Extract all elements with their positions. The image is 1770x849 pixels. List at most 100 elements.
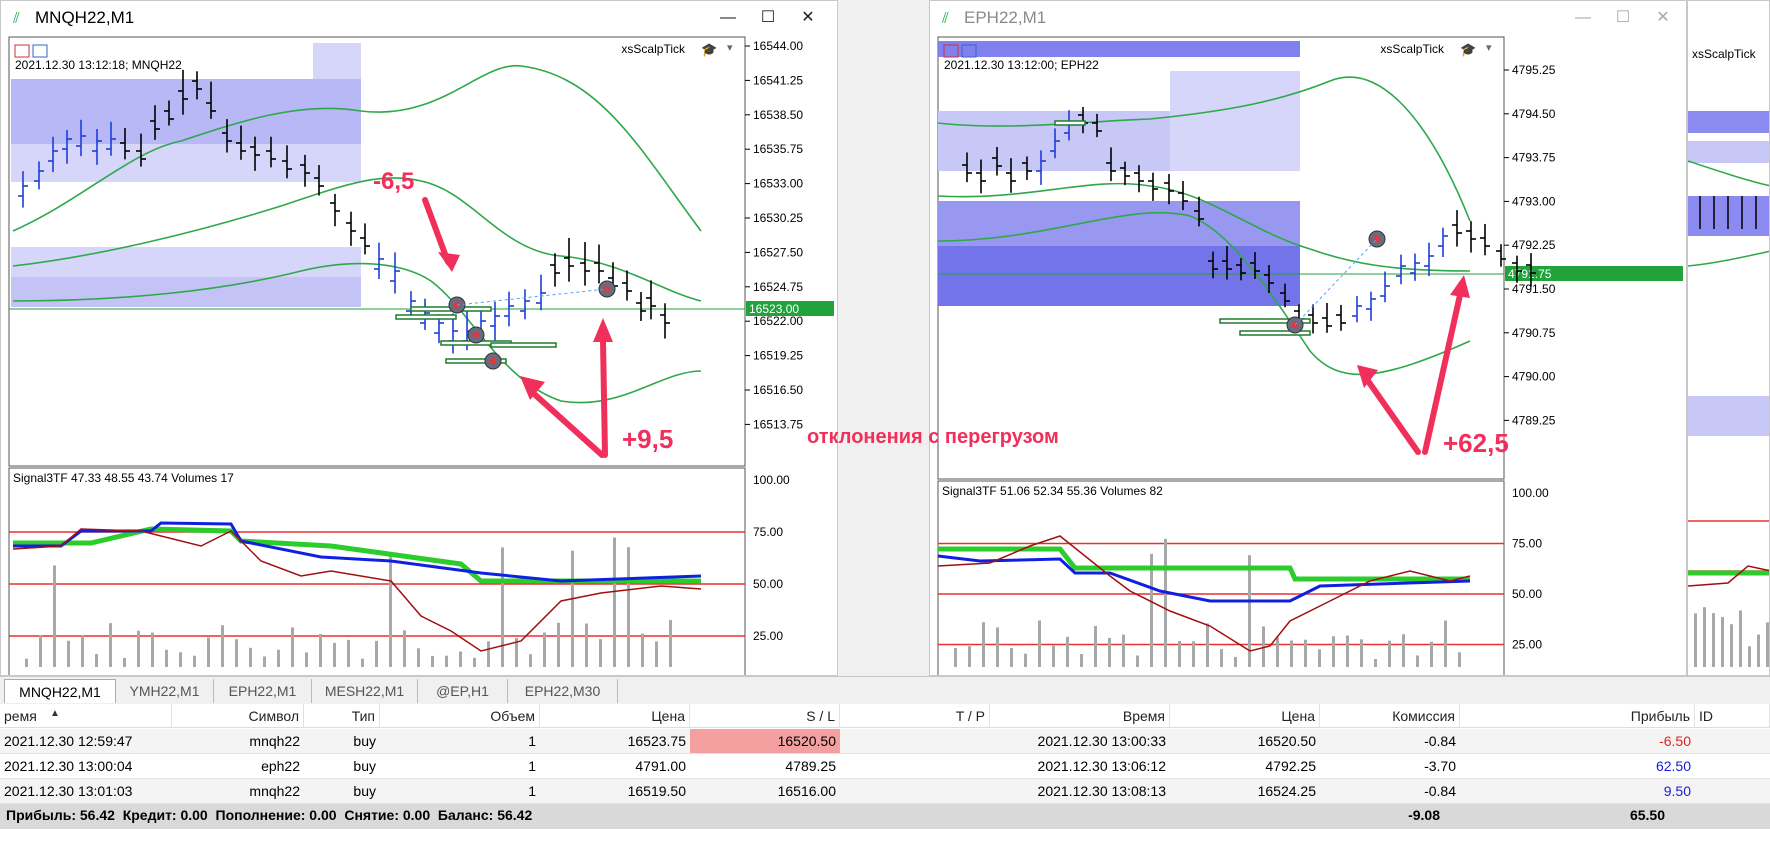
volume-bar (585, 623, 588, 667)
column-header[interactable]: T / P (840, 704, 990, 728)
volume-bar (235, 639, 238, 667)
column-header[interactable]: Цена (540, 704, 690, 728)
chart-window-mnqh22[interactable]: ⫽ MNQH22,M1 — ☐ ✕ 16544.00 16541.25 16538.… (0, 0, 838, 676)
sub-axis-label: 75.00 (753, 525, 783, 539)
column-header[interactable]: S / L (690, 704, 840, 728)
volume-bar (389, 555, 392, 667)
volume-bar (1164, 538, 1167, 667)
table-cell: mnqh22 (249, 783, 300, 799)
column-header[interactable]: Тип (304, 704, 380, 728)
sub-window-label: Signal3TF 47.33 48.55 43.74 Volumes 17 (13, 471, 234, 485)
summary-row: Прибыль: 56.42 Кредит: 0.00 Пополнение: … (0, 804, 1770, 829)
column-header[interactable]: Комиссия (1320, 704, 1460, 728)
sub-axis-label: 50.00 (1512, 587, 1542, 601)
volume-bar (996, 627, 999, 667)
table-cell: 4791.00 (635, 758, 686, 774)
trade-marker-dot (473, 332, 479, 338)
volume-bar (1010, 647, 1013, 667)
price-axis-label: 4792.25 (1512, 238, 1556, 252)
column-header[interactable]: ремя (0, 704, 172, 728)
volume-bar (1739, 610, 1742, 667)
zone-3 (11, 247, 361, 277)
volume-bar (1458, 652, 1461, 667)
price-axis-label: 16519.25 (753, 349, 803, 363)
volume-bar (179, 652, 182, 667)
volume-bar (165, 649, 168, 667)
table-cell: 4792.25 (1265, 758, 1316, 774)
volume-bar (1721, 616, 1724, 667)
table-header: ремя Символ Тип Объем Цена S / LT / P Время Цен… (0, 704, 1770, 728)
column-header[interactable]: Цена (1170, 704, 1320, 728)
table-row[interactable]: 2021.12.30 13:00:04 eph22 buy 1 4791.00 4789.… (0, 754, 1770, 779)
table-cell: 16523.75 (627, 733, 686, 749)
table-cell (840, 779, 990, 803)
column-header[interactable]: Прибыль (1460, 704, 1695, 728)
tab--ep-h1[interactable]: @EP,H1 (418, 679, 508, 703)
volume-bar (207, 637, 210, 667)
volume-bar (375, 640, 378, 667)
volume-bar (1052, 645, 1055, 667)
table-cell: mnqh22 (249, 733, 300, 749)
table-cell: buy (353, 758, 376, 774)
volume-bar (1122, 634, 1125, 667)
volume-bar (982, 622, 985, 667)
tab-eph22-m1[interactable]: EPH22,M1 (214, 679, 312, 703)
volume-bar (193, 655, 196, 667)
volume-bar (1304, 639, 1307, 667)
zone-3 (938, 201, 1300, 246)
volume-bar (529, 654, 532, 667)
chart-canvas: 16544.00 16541.25 16538.50 16535.75 16533.00… (8, 36, 834, 675)
table-cell: -6.50 (1659, 733, 1691, 749)
order-level (490, 342, 557, 348)
zone-0 (938, 41, 1300, 57)
volume-bar (305, 652, 308, 667)
current-price-label: 4791.75 (1508, 267, 1552, 281)
price-axis-label: 16541.25 (753, 73, 803, 87)
table-row[interactable]: 2021.12.30 13:01:03 mnqh22 buy 1 16519.50 165… (0, 779, 1770, 804)
volume-bar (501, 547, 504, 667)
sub-axis-label: 25.00 (1512, 638, 1542, 652)
volume-bar (1766, 622, 1769, 667)
tab-ymh22-m1[interactable]: YMH22,M1 (116, 679, 214, 703)
table-cell: -0.84 (1424, 733, 1456, 749)
volume-bar (445, 655, 448, 667)
volume-bar (1430, 641, 1433, 667)
table-cell: eph22 (261, 758, 300, 774)
column-header[interactable]: ID (1695, 704, 1770, 728)
indicator-label: xsScalpTick (621, 42, 686, 56)
table-cell: 16519.50 (627, 783, 686, 799)
volume-bar (1234, 656, 1237, 667)
volume-bar (1730, 624, 1733, 667)
volume-bar (1444, 620, 1447, 667)
tab-mesh22-m1[interactable]: MESH22,M1 (312, 679, 418, 703)
total-profit: 65.50 (1629, 807, 1665, 823)
table-cell: 1 (528, 758, 536, 774)
column-header[interactable]: Символ (172, 704, 304, 728)
band-line (1688, 250, 1769, 267)
volume-bar (95, 653, 98, 667)
column-header[interactable]: Время (990, 704, 1170, 728)
zone-4 (938, 246, 1300, 306)
chart-window-eph22[interactable]: ⫽ EPH22,M1 — ☐ ✕ 4795.25 4794.50 4793.75 47… (929, 0, 1687, 676)
volume-bar (613, 537, 616, 667)
price-axis-label: 4791.50 (1512, 282, 1556, 296)
volume-bar (655, 641, 658, 667)
trade-marker-dot (490, 358, 496, 364)
volume-bar (1150, 553, 1153, 667)
volume-bar (67, 640, 70, 667)
table-cell: -3.70 (1424, 758, 1456, 774)
table-cell: 2021.12.30 13:08:13 (1037, 783, 1166, 799)
volume-bar (431, 655, 434, 667)
tab-mnqh22-m1[interactable]: MNQH22,M1 (4, 679, 116, 703)
table-cell (840, 729, 990, 753)
table-cell: buy (353, 733, 376, 749)
volume-bar (249, 647, 252, 667)
signal-line-fast (1688, 565, 1769, 587)
table-row[interactable]: 2021.12.30 12:59:47 mnqh22 buy 1 16523.75 165… (0, 729, 1770, 754)
volume-bar (53, 565, 56, 667)
price-axis-label: 16527.50 (753, 245, 803, 259)
price-axis-label: 16522.00 (753, 314, 803, 328)
column-header[interactable]: Объем (380, 704, 540, 728)
volume-bar (1220, 649, 1223, 667)
tab-eph22-m30[interactable]: EPH22,M30 (508, 679, 618, 703)
